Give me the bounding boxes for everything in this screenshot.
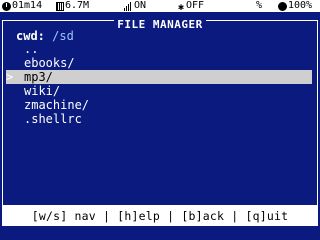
signal-value: ON bbox=[134, 0, 147, 11]
file-item-ebooks[interactable]: ebooks/ bbox=[0, 56, 320, 70]
bluetooth-icon: ✱ bbox=[178, 1, 185, 13]
bluetooth-value: OFF bbox=[186, 0, 205, 11]
wifi-indicator: % bbox=[256, 0, 262, 12]
memory-icon bbox=[56, 1, 64, 11]
file-item-shellrc[interactable]: .shellrc bbox=[0, 112, 320, 126]
battery-indicator: 100% bbox=[278, 0, 312, 12]
cwd-label: cwd: bbox=[16, 29, 45, 43]
window-title: FILE MANAGER bbox=[114, 18, 206, 31]
bluetooth-indicator: ✱ OFF bbox=[178, 0, 205, 13]
help-bar: [w/s] nav | [h]elp | [b]ack | [q]uit bbox=[2, 206, 318, 226]
memory-value: 6.7M bbox=[65, 0, 90, 11]
file-name: mp3/ bbox=[24, 70, 53, 84]
memory-indicator: 6.7M bbox=[56, 0, 89, 12]
file-list: .. ebooks/ mp3/ wiki/ zmachine/ .shellrc bbox=[0, 42, 320, 126]
cwd-path: /sd bbox=[52, 29, 74, 43]
file-item-zmachine[interactable]: zmachine/ bbox=[0, 98, 320, 112]
clock-icon bbox=[2, 1, 11, 11]
current-directory: cwd: /sd bbox=[16, 29, 74, 43]
file-name: zmachine/ bbox=[24, 98, 90, 112]
wifi-value: % bbox=[256, 0, 263, 11]
status-bar: 01m14 6.7M ON ✱ OFF % 100% bbox=[0, 0, 320, 13]
battery-value: 100% bbox=[288, 0, 313, 11]
help-text: [w/s] nav | [h]elp | [b]ack | [q]uit bbox=[31, 209, 289, 223]
file-item-mp3[interactable]: mp3/ bbox=[6, 70, 312, 84]
uptime-indicator: 01m14 bbox=[2, 0, 42, 12]
signal-icon bbox=[124, 1, 133, 11]
file-item-parent[interactable]: .. bbox=[0, 42, 320, 56]
file-name: .. bbox=[24, 42, 39, 56]
file-item-wiki[interactable]: wiki/ bbox=[0, 84, 320, 98]
signal-indicator: ON bbox=[124, 0, 146, 12]
uptime-value: 01m14 bbox=[12, 0, 43, 11]
file-name: ebooks/ bbox=[24, 56, 75, 70]
file-name: .shellrc bbox=[24, 112, 82, 126]
selection-cursor-icon: > bbox=[6, 70, 14, 84]
window-title-bar: FILE MANAGER bbox=[0, 13, 320, 31]
battery-icon bbox=[278, 1, 287, 11]
file-name: wiki/ bbox=[24, 84, 61, 98]
